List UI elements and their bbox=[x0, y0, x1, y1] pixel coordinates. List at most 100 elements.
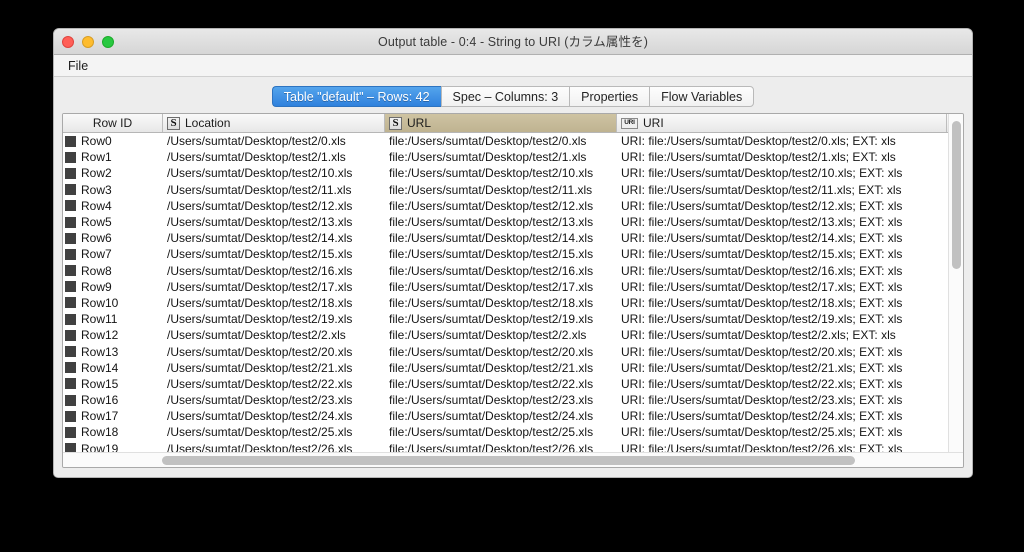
cell-rowid: Row15 bbox=[63, 376, 163, 392]
window-content: Table "default" – Rows: 42 Spec – Column… bbox=[54, 77, 972, 477]
window-controls bbox=[62, 29, 114, 55]
cell-uri: URI: file:/Users/sumtat/Desktop/test2/0.… bbox=[621, 134, 896, 149]
table-row[interactable]: Row16/Users/sumtat/Desktop/test2/23.xls f… bbox=[63, 392, 948, 408]
cell-location: /Users/sumtat/Desktop/test2/15.xls bbox=[167, 247, 353, 262]
string-type-icon: S bbox=[389, 116, 402, 130]
cell-location: /Users/sumtat/Desktop/test2/21.xls bbox=[167, 360, 353, 375]
cell-url: file:/Users/sumtat/Desktop/test2/24.xls bbox=[389, 409, 594, 424]
cell-rowid-label: Row12 bbox=[81, 328, 119, 343]
string-type-icon: S bbox=[167, 116, 180, 130]
table-row[interactable]: Row12/Users/sumtat/Desktop/test2/2.xls fi… bbox=[63, 327, 948, 343]
cell-rowid: Row1 bbox=[63, 149, 163, 165]
table-row[interactable]: Row9/Users/sumtat/Desktop/test2/17.xls fi… bbox=[63, 279, 948, 295]
cell-uri: URI: file:/Users/sumtat/Desktop/test2/14… bbox=[621, 231, 903, 246]
tab-table[interactable]: Table "default" – Rows: 42 bbox=[271, 86, 441, 107]
table-row[interactable]: Row8/Users/sumtat/Desktop/test2/16.xls fi… bbox=[63, 263, 948, 279]
cell-rowid-label: Row5 bbox=[81, 215, 112, 230]
cell-location: /Users/sumtat/Desktop/test2/12.xls bbox=[167, 198, 353, 213]
table-row[interactable]: Row7/Users/sumtat/Desktop/test2/15.xls fi… bbox=[63, 246, 948, 262]
row-color-swatch bbox=[65, 410, 76, 422]
row-color-swatch bbox=[65, 297, 76, 309]
cell-rowid: Row11 bbox=[63, 311, 163, 327]
cell-url: file:/Users/sumtat/Desktop/test2/21.xls bbox=[389, 360, 594, 375]
tab-spec[interactable]: Spec – Columns: 3 bbox=[440, 86, 570, 107]
row-color-swatch bbox=[65, 200, 76, 212]
row-color-swatch bbox=[65, 362, 76, 374]
table-row[interactable]: Row2/Users/sumtat/Desktop/test2/10.xls fi… bbox=[63, 165, 948, 181]
cell-uri: URI: file:/Users/sumtat/Desktop/test2/19… bbox=[621, 312, 903, 327]
cell-location: /Users/sumtat/Desktop/test2/24.xls bbox=[167, 409, 353, 424]
cell-uri: URI: file:/Users/sumtat/Desktop/test2/13… bbox=[621, 215, 903, 230]
tabstrip: Table "default" – Rows: 42 Spec – Column… bbox=[62, 86, 964, 107]
cell-rowid-label: Row4 bbox=[81, 198, 112, 213]
cell-location: /Users/sumtat/Desktop/test2/22.xls bbox=[167, 376, 353, 391]
cell-url: file:/Users/sumtat/Desktop/test2/22.xls bbox=[389, 376, 594, 391]
row-color-swatch bbox=[65, 184, 76, 196]
table-row[interactable]: Row10/Users/sumtat/Desktop/test2/18.xls f… bbox=[63, 295, 948, 311]
cell-rowid: Row17 bbox=[63, 408, 163, 424]
cell-rowid-label: Row1 bbox=[81, 150, 112, 165]
cell-location: /Users/sumtat/Desktop/test2/20.xls bbox=[167, 344, 353, 359]
row-color-swatch bbox=[65, 443, 76, 452]
table-row[interactable]: Row14/Users/sumtat/Desktop/test2/21.xls f… bbox=[63, 360, 948, 376]
table-row[interactable]: Row15/Users/sumtat/Desktop/test2/22.xls f… bbox=[63, 376, 948, 392]
cell-rowid-label: Row16 bbox=[81, 393, 119, 408]
cell-location: /Users/sumtat/Desktop/test2/25.xls bbox=[167, 425, 353, 440]
cell-uri: URI: file:/Users/sumtat/Desktop/test2/1.… bbox=[621, 150, 896, 165]
zoom-button[interactable] bbox=[102, 36, 114, 48]
minimize-button[interactable] bbox=[82, 36, 94, 48]
table-row[interactable]: Row19/Users/sumtat/Desktop/test2/26.xls f… bbox=[63, 441, 948, 452]
close-button[interactable] bbox=[62, 36, 74, 48]
cell-rowid: Row19 bbox=[63, 441, 163, 452]
cell-location: /Users/sumtat/Desktop/test2/0.xls bbox=[167, 134, 346, 149]
row-color-swatch bbox=[65, 216, 76, 228]
cell-url: file:/Users/sumtat/Desktop/test2/10.xls bbox=[389, 166, 594, 181]
cell-url: file:/Users/sumtat/Desktop/test2/15.xls bbox=[389, 247, 594, 262]
vertical-scrollbar-thumb[interactable] bbox=[952, 120, 961, 270]
cell-rowid: Row14 bbox=[63, 360, 163, 376]
cell-url: file:/Users/sumtat/Desktop/test2/11.xls bbox=[389, 182, 593, 197]
cell-location: /Users/sumtat/Desktop/test2/19.xls bbox=[167, 312, 353, 327]
menubar: File bbox=[54, 55, 972, 77]
cell-url: file:/Users/sumtat/Desktop/test2/18.xls bbox=[389, 295, 594, 310]
cell-location: /Users/sumtat/Desktop/test2/13.xls bbox=[167, 215, 353, 230]
cell-rowid-label: Row8 bbox=[81, 263, 112, 278]
column-header-url[interactable]: S URL bbox=[385, 114, 617, 132]
row-color-swatch bbox=[65, 232, 76, 244]
row-color-swatch bbox=[65, 329, 76, 341]
menu-item-file[interactable]: File bbox=[63, 58, 93, 74]
cell-rowid-label: Row3 bbox=[81, 182, 112, 197]
table-header-row: Row ID S Location S URL URI URI bbox=[63, 114, 948, 133]
vertical-scrollbar[interactable] bbox=[948, 114, 963, 452]
horizontal-scrollbar-thumb[interactable] bbox=[162, 456, 855, 465]
column-header-location[interactable]: S Location bbox=[163, 114, 385, 132]
row-color-swatch bbox=[65, 378, 76, 390]
cell-url: file:/Users/sumtat/Desktop/test2/26.xls bbox=[389, 441, 594, 452]
table-row[interactable]: Row13/Users/sumtat/Desktop/test2/20.xls f… bbox=[63, 343, 948, 359]
row-color-swatch bbox=[65, 167, 76, 179]
cell-url: file:/Users/sumtat/Desktop/test2/2.xls bbox=[389, 328, 587, 343]
cell-rowid-label: Row9 bbox=[81, 279, 112, 294]
column-header-rowid[interactable]: Row ID bbox=[63, 114, 163, 132]
table: Row ID S Location S URL URI URI Row0 /Us… bbox=[63, 114, 948, 452]
cell-rowid-label: Row15 bbox=[81, 376, 119, 391]
tab-flow-variables[interactable]: Flow Variables bbox=[649, 86, 755, 107]
table-row[interactable]: Row5/Users/sumtat/Desktop/test2/13.xls fi… bbox=[63, 214, 948, 230]
tab-properties[interactable]: Properties bbox=[569, 86, 650, 107]
horizontal-scrollbar[interactable] bbox=[63, 452, 963, 467]
table-row[interactable]: Row17/Users/sumtat/Desktop/test2/24.xls f… bbox=[63, 408, 948, 424]
table-row[interactable]: Row1/Users/sumtat/Desktop/test2/1.xls fil… bbox=[63, 149, 948, 165]
table-row[interactable]: Row6/Users/sumtat/Desktop/test2/14.xls fi… bbox=[63, 230, 948, 246]
cell-rowid: Row0 bbox=[63, 133, 163, 149]
table-row[interactable]: Row4/Users/sumtat/Desktop/test2/12.xls fi… bbox=[63, 198, 948, 214]
row-color-swatch bbox=[65, 346, 76, 358]
table-row[interactable]: Row11/Users/sumtat/Desktop/test2/19.xls f… bbox=[63, 311, 948, 327]
cell-location: /Users/sumtat/Desktop/test2/11.xls bbox=[167, 182, 352, 197]
table-row[interactable]: Row3/Users/sumtat/Desktop/test2/11.xls fi… bbox=[63, 182, 948, 198]
column-header-uri[interactable]: URI URI bbox=[617, 114, 947, 132]
cell-location: /Users/sumtat/Desktop/test2/17.xls bbox=[167, 279, 353, 294]
table-row[interactable]: Row0/Users/sumtat/Desktop/test2/0.xls fil… bbox=[63, 133, 948, 149]
table-row[interactable]: Row18/Users/sumtat/Desktop/test2/25.xls f… bbox=[63, 424, 948, 440]
cell-location: /Users/sumtat/Desktop/test2/26.xls bbox=[167, 441, 353, 452]
cell-rowid: Row4 bbox=[63, 198, 163, 214]
